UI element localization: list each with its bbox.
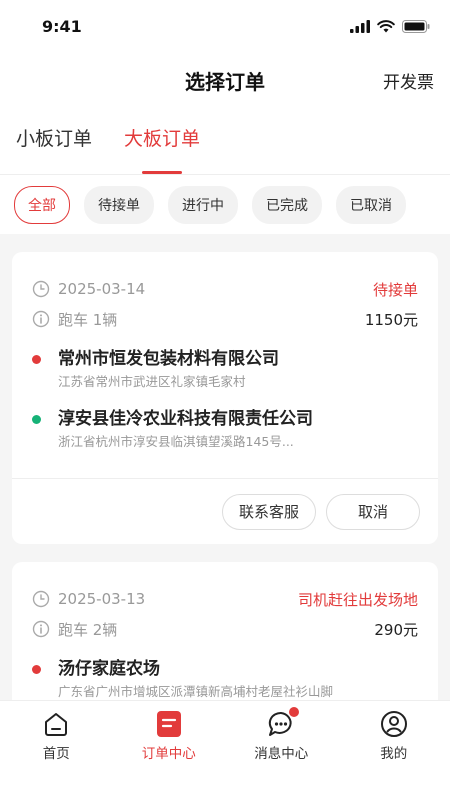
tab-small-board-orders[interactable]: 小板订单 bbox=[16, 124, 92, 174]
home-icon bbox=[41, 709, 71, 739]
order-header-row: 2025-03-14 待接单 bbox=[32, 274, 418, 304]
tabbar-item-profile[interactable]: 我的 bbox=[338, 709, 450, 800]
message-icon bbox=[266, 707, 300, 739]
status-time: 9:41 bbox=[42, 16, 82, 36]
clock-icon bbox=[32, 280, 50, 298]
issue-invoice-button[interactable]: 开发票 bbox=[383, 68, 434, 93]
order-type-tabs: 小板订单 大板订单 bbox=[0, 108, 450, 174]
route-origin: 汤仔家庭农场 广东省广州市增城区派潭镇新高埔村老屋社衫山脚 bbox=[32, 656, 418, 702]
clock-icon bbox=[32, 590, 50, 608]
origin-name: 汤仔家庭农场 bbox=[58, 659, 160, 679]
vehicle-info: 跑车 1辆 bbox=[32, 309, 117, 330]
order-card-body: 2025-03-14 待接单 跑车 1辆 1150元 常州市恒发包装材料有限公司… bbox=[12, 252, 438, 478]
info-icon bbox=[32, 620, 50, 638]
contact-support-button[interactable]: 联系客服 bbox=[222, 493, 316, 530]
order-date-text: 2025-03-14 bbox=[58, 280, 146, 298]
filter-pending[interactable]: 待接单 bbox=[84, 185, 154, 224]
origin-address: 广东省广州市增城区派潭镇新高埔村老屋社衫山脚 bbox=[58, 684, 334, 699]
origin-name: 常州市恒发包装材料有限公司 bbox=[58, 349, 279, 369]
info-icon bbox=[32, 310, 50, 328]
order-date-text: 2025-03-13 bbox=[58, 590, 146, 608]
header: 9:41 选择订单 开发票 小板订单 大板订单 全部 待接单 进行中 已完成 已… bbox=[0, 0, 450, 234]
battery-icon bbox=[402, 19, 430, 33]
page-title: 选择订单 bbox=[185, 69, 265, 94]
order-price: 290元 bbox=[374, 620, 418, 639]
status-icons bbox=[350, 19, 430, 33]
tabbar-item-messages[interactable]: 消息中心 bbox=[225, 707, 338, 800]
order-date: 2025-03-14 bbox=[32, 280, 145, 298]
route-destination: 淳安县佳冷农业科技有限责任公司 浙江省杭州市淳安县临淇镇望溪路145号... bbox=[32, 406, 418, 452]
tab-large-board-orders[interactable]: 大板订单 bbox=[124, 124, 200, 174]
tabbar-label-messages: 消息中心 bbox=[254, 746, 309, 762]
vehicle-info: 跑车 2辆 bbox=[32, 619, 117, 640]
order-header-row: 2025-03-13 司机赶往出发场地 bbox=[32, 584, 418, 614]
order-info-row: 跑车 1辆 1150元 bbox=[32, 304, 418, 334]
message-badge bbox=[289, 707, 300, 717]
order-status: 司机赶往出发场地 bbox=[297, 590, 418, 609]
order-price: 1150元 bbox=[364, 310, 418, 329]
tabbar-item-home[interactable]: 首页 bbox=[0, 709, 113, 800]
vehicle-text: 跑车 2辆 bbox=[58, 620, 118, 639]
order-status: 待接单 bbox=[372, 280, 418, 299]
origin-dot-icon bbox=[32, 665, 41, 674]
order-info-row: 跑车 2辆 290元 bbox=[32, 614, 418, 644]
route-origin: 常州市恒发包装材料有限公司 江苏省常州市武进区礼家镇毛家村 bbox=[32, 346, 418, 392]
destination-name: 淳安县佳冷农业科技有限责任公司 bbox=[58, 409, 313, 429]
destination-dot-icon bbox=[32, 415, 41, 424]
bottom-tab-bar: 首页 订单中心 消息中心 我的 bbox=[0, 700, 450, 800]
cancel-order-button[interactable]: 取消 bbox=[326, 493, 420, 530]
signal-icon bbox=[350, 19, 370, 33]
tabbar-label-home: 首页 bbox=[42, 746, 70, 762]
order-list: 2025-03-14 待接单 跑车 1辆 1150元 常州市恒发包装材料有限公司… bbox=[0, 234, 450, 728]
filter-all[interactable]: 全部 bbox=[14, 185, 70, 224]
order-date: 2025-03-13 bbox=[32, 590, 145, 608]
tabbar-label-profile: 我的 bbox=[380, 746, 408, 762]
wifi-icon bbox=[377, 19, 395, 32]
status-filter-bar: 全部 待接单 进行中 已完成 已取消 bbox=[0, 174, 450, 234]
tabbar-label-orders: 订单中心 bbox=[141, 746, 196, 762]
destination-address: 浙江省杭州市淳安县临淇镇望溪路145号... bbox=[58, 434, 294, 449]
origin-dot-icon bbox=[32, 355, 41, 364]
order-route: 汤仔家庭农场 广东省广州市增城区派潭镇新高埔村老屋社衫山脚 bbox=[32, 656, 418, 702]
tabbar-item-orders[interactable]: 订单中心 bbox=[113, 709, 226, 800]
order-card[interactable]: 2025-03-14 待接单 跑车 1辆 1150元 常州市恒发包装材料有限公司… bbox=[12, 252, 438, 544]
origin-address: 江苏省常州市武进区礼家镇毛家村 bbox=[58, 374, 246, 389]
user-icon bbox=[379, 709, 409, 739]
vehicle-text: 跑车 1辆 bbox=[58, 310, 118, 329]
filter-completed[interactable]: 已完成 bbox=[252, 185, 322, 224]
status-bar: 9:41 bbox=[0, 0, 450, 52]
filter-cancelled[interactable]: 已取消 bbox=[336, 185, 406, 224]
filter-in-progress[interactable]: 进行中 bbox=[168, 185, 238, 224]
order-route: 常州市恒发包装材料有限公司 江苏省常州市武进区礼家镇毛家村 淳安县佳冷农业科技有… bbox=[32, 346, 418, 452]
order-icon bbox=[154, 709, 184, 739]
navigation-bar: 选择订单 开发票 bbox=[0, 52, 450, 108]
order-actions: 联系客服 取消 bbox=[12, 478, 438, 544]
